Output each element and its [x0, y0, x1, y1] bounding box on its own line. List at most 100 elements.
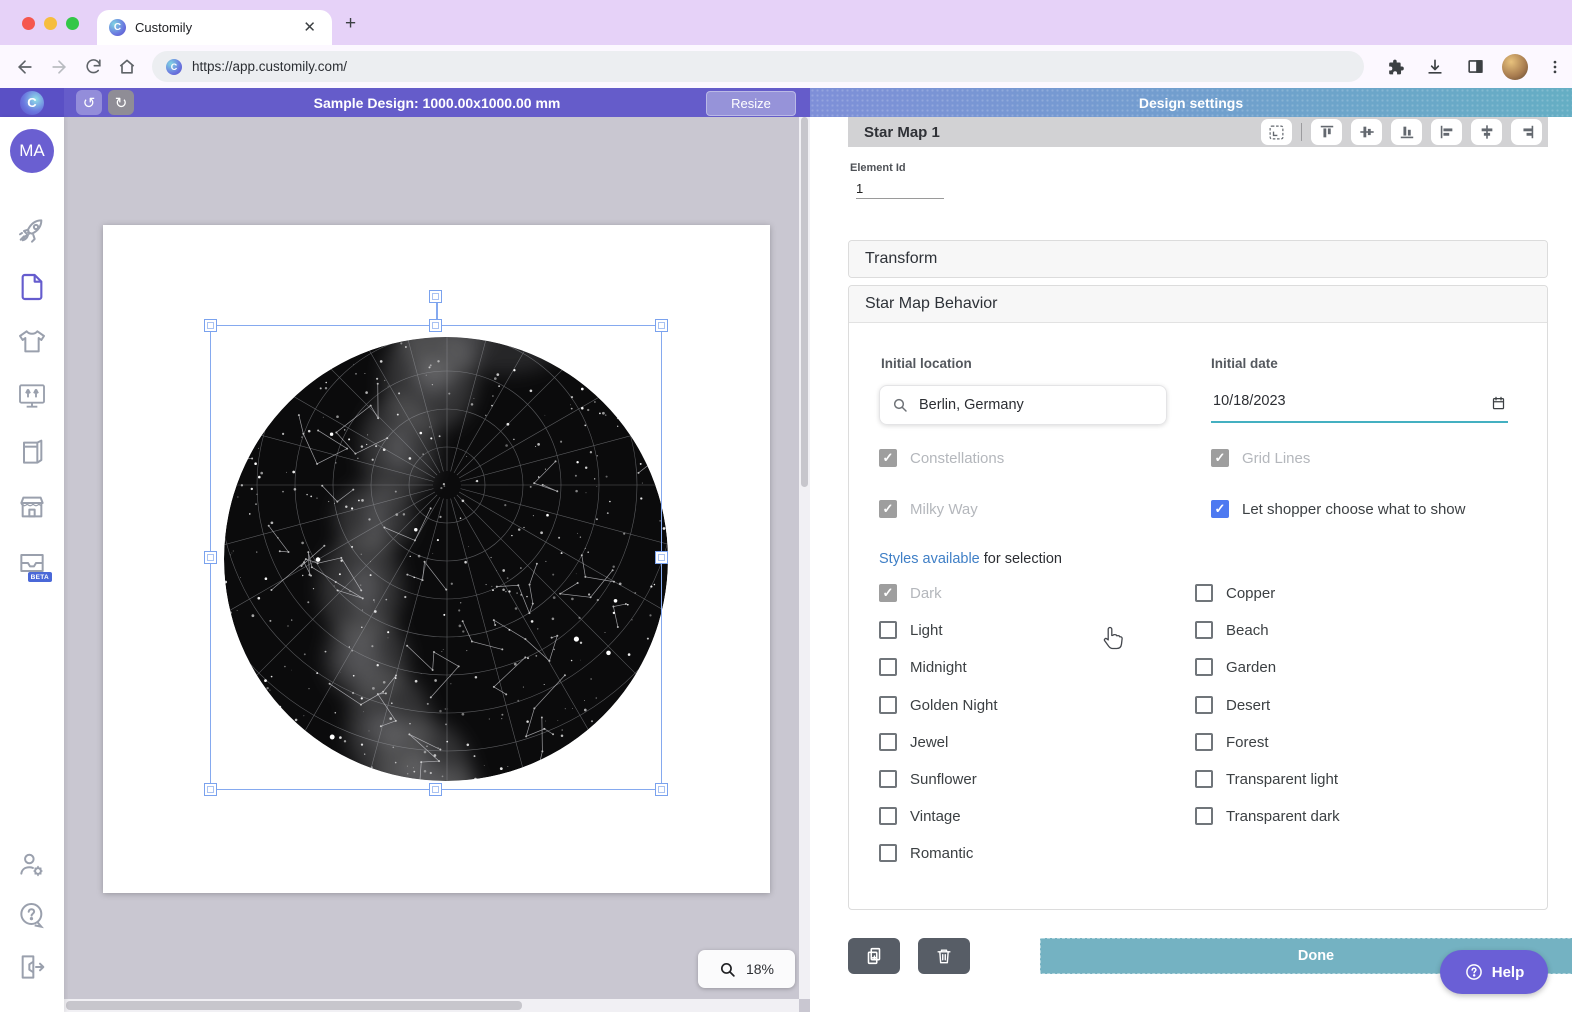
style-transparent-light-checkbox[interactable] [1195, 770, 1213, 788]
style-desert-checkbox[interactable] [1195, 696, 1213, 714]
transform-section[interactable]: Transform [848, 240, 1548, 278]
canvas-vertical-scrollbar[interactable] [799, 117, 810, 999]
style-option-vintage[interactable]: Vintage [879, 805, 961, 827]
style-golden-night-checkbox[interactable] [879, 696, 897, 714]
style-option-transparent-light[interactable]: Transparent light [1195, 768, 1338, 790]
grid-lines-toggle[interactable]: ✓ Grid Lines [1211, 447, 1310, 469]
selection-box[interactable] [210, 325, 662, 790]
user-avatar[interactable]: MA [10, 129, 54, 173]
resize-handle-top[interactable] [429, 319, 442, 332]
style-dark-checkbox[interactable]: ✓ [879, 584, 897, 602]
new-tab-button[interactable]: + [345, 13, 356, 35]
canvas-horizontal-scrollbar[interactable] [64, 999, 799, 1012]
resize-handle-bottom-right[interactable] [655, 783, 668, 796]
sidebar-item-products[interactable] [16, 326, 48, 358]
close-window-button[interactable] [22, 17, 35, 30]
constellations-toggle[interactable]: ✓ Constellations [879, 447, 1004, 469]
align-bottom-icon[interactable] [1391, 119, 1422, 145]
initial-location-input[interactable] [917, 396, 1154, 414]
style-sunflower-checkbox[interactable] [879, 770, 897, 788]
align-vcenter-icon[interactable] [1351, 119, 1382, 145]
style-option-jewel[interactable]: Jewel [879, 731, 948, 753]
resize-button[interactable]: Resize [706, 91, 796, 116]
maximize-window-button[interactable] [66, 17, 79, 30]
url-text[interactable]: https://app.customily.com/ [192, 59, 347, 74]
initial-date-input[interactable] [1211, 385, 1465, 410]
style-garden-checkbox[interactable] [1195, 658, 1213, 676]
style-option-transparent-dark[interactable]: Transparent dark [1195, 805, 1340, 827]
style-option-copper[interactable]: Copper [1195, 582, 1275, 604]
style-option-midnight[interactable]: Midnight [879, 656, 967, 678]
side-panel-icon[interactable] [1458, 50, 1492, 84]
milky-way-checkbox[interactable]: ✓ [879, 500, 897, 518]
sidebar-item-designs[interactable] [16, 271, 48, 303]
reload-icon[interactable] [76, 50, 110, 84]
style-option-sunflower[interactable]: Sunflower [879, 768, 977, 790]
style-option-golden-night[interactable]: Golden Night [879, 694, 998, 716]
align-top-icon[interactable] [1311, 119, 1342, 145]
resize-handle-right[interactable] [655, 551, 668, 564]
style-forest-checkbox[interactable] [1195, 733, 1213, 751]
align-left-icon[interactable] [1431, 119, 1462, 145]
shopper-choose-checkbox[interactable]: ✓ [1211, 500, 1229, 518]
calendar-icon[interactable] [1491, 395, 1506, 411]
sidebar-item-support[interactable] [16, 900, 48, 932]
profile-avatar[interactable] [1498, 50, 1532, 84]
initial-location-field[interactable] [879, 385, 1167, 425]
milky-way-toggle[interactable]: ✓ Milky Way [879, 498, 978, 520]
style-option-desert[interactable]: Desert [1195, 694, 1270, 716]
style-option-dark[interactable]: ✓Dark [879, 582, 942, 604]
style-romantic-checkbox[interactable] [879, 844, 897, 862]
resize-handle-top-right[interactable] [655, 319, 668, 332]
align-hcenter-icon[interactable] [1471, 119, 1502, 145]
grid-lines-checkbox[interactable]: ✓ [1211, 449, 1229, 467]
sidebar-item-store[interactable] [16, 491, 48, 523]
style-copper-checkbox[interactable] [1195, 584, 1213, 602]
sidebar-item-inbox[interactable]: BETA [16, 547, 48, 579]
back-icon[interactable] [8, 50, 42, 84]
home-icon[interactable] [110, 50, 144, 84]
minimize-window-button[interactable] [44, 17, 57, 30]
resize-handle-left[interactable] [204, 551, 217, 564]
sidebar-item-mockups[interactable] [16, 380, 48, 412]
style-vintage-checkbox[interactable] [879, 807, 897, 825]
style-option-beach[interactable]: Beach [1195, 619, 1269, 641]
style-beach-checkbox[interactable] [1195, 621, 1213, 639]
browser-menu-icon[interactable] [1538, 50, 1572, 84]
delete-element-button[interactable] [918, 938, 970, 974]
style-option-romantic[interactable]: Romantic [879, 842, 973, 864]
extensions-icon[interactable] [1378, 50, 1412, 84]
behavior-header[interactable]: Star Map Behavior [849, 286, 1547, 323]
element-id-input[interactable] [856, 179, 944, 199]
sidebar-item-rocket[interactable] [16, 215, 48, 247]
browser-tab[interactable]: C Customily ✕ [97, 10, 332, 45]
sidebar-item-catalog[interactable] [16, 436, 48, 468]
zoom-control[interactable]: 18% [698, 950, 795, 988]
design-canvas[interactable]: 18% [64, 117, 810, 1012]
style-midnight-checkbox[interactable] [879, 658, 897, 676]
resize-handle-top-left[interactable] [204, 319, 217, 332]
align-right-icon[interactable] [1511, 119, 1542, 145]
duplicate-element-button[interactable] [848, 938, 900, 974]
style-option-garden[interactable]: Garden [1195, 656, 1276, 678]
rotate-handle[interactable] [429, 290, 442, 303]
shopper-choose-toggle[interactable]: ✓ Let shopper choose what to show [1211, 498, 1465, 520]
style-jewel-checkbox[interactable] [879, 733, 897, 751]
help-button[interactable]: Help [1440, 950, 1548, 994]
style-transparent-dark-checkbox[interactable] [1195, 807, 1213, 825]
forward-icon[interactable] [42, 50, 76, 84]
style-light-checkbox[interactable] [879, 621, 897, 639]
styles-available-link[interactable]: Styles available [879, 551, 980, 567]
sidebar-item-account[interactable] [16, 849, 48, 881]
style-option-light[interactable]: Light [879, 619, 943, 641]
resize-handle-bottom[interactable] [429, 783, 442, 796]
resize-handle-bottom-left[interactable] [204, 783, 217, 796]
url-bar[interactable]: C https://app.customily.com/ [152, 51, 1364, 82]
sidebar-item-logout[interactable] [16, 951, 48, 983]
style-option-forest[interactable]: Forest [1195, 731, 1269, 753]
initial-date-field[interactable] [1211, 385, 1508, 423]
download-icon[interactable] [1418, 50, 1452, 84]
transform-header[interactable]: Transform [849, 241, 1547, 277]
artboard-icon[interactable] [1261, 119, 1292, 145]
tab-close-icon[interactable]: ✕ [299, 18, 320, 37]
